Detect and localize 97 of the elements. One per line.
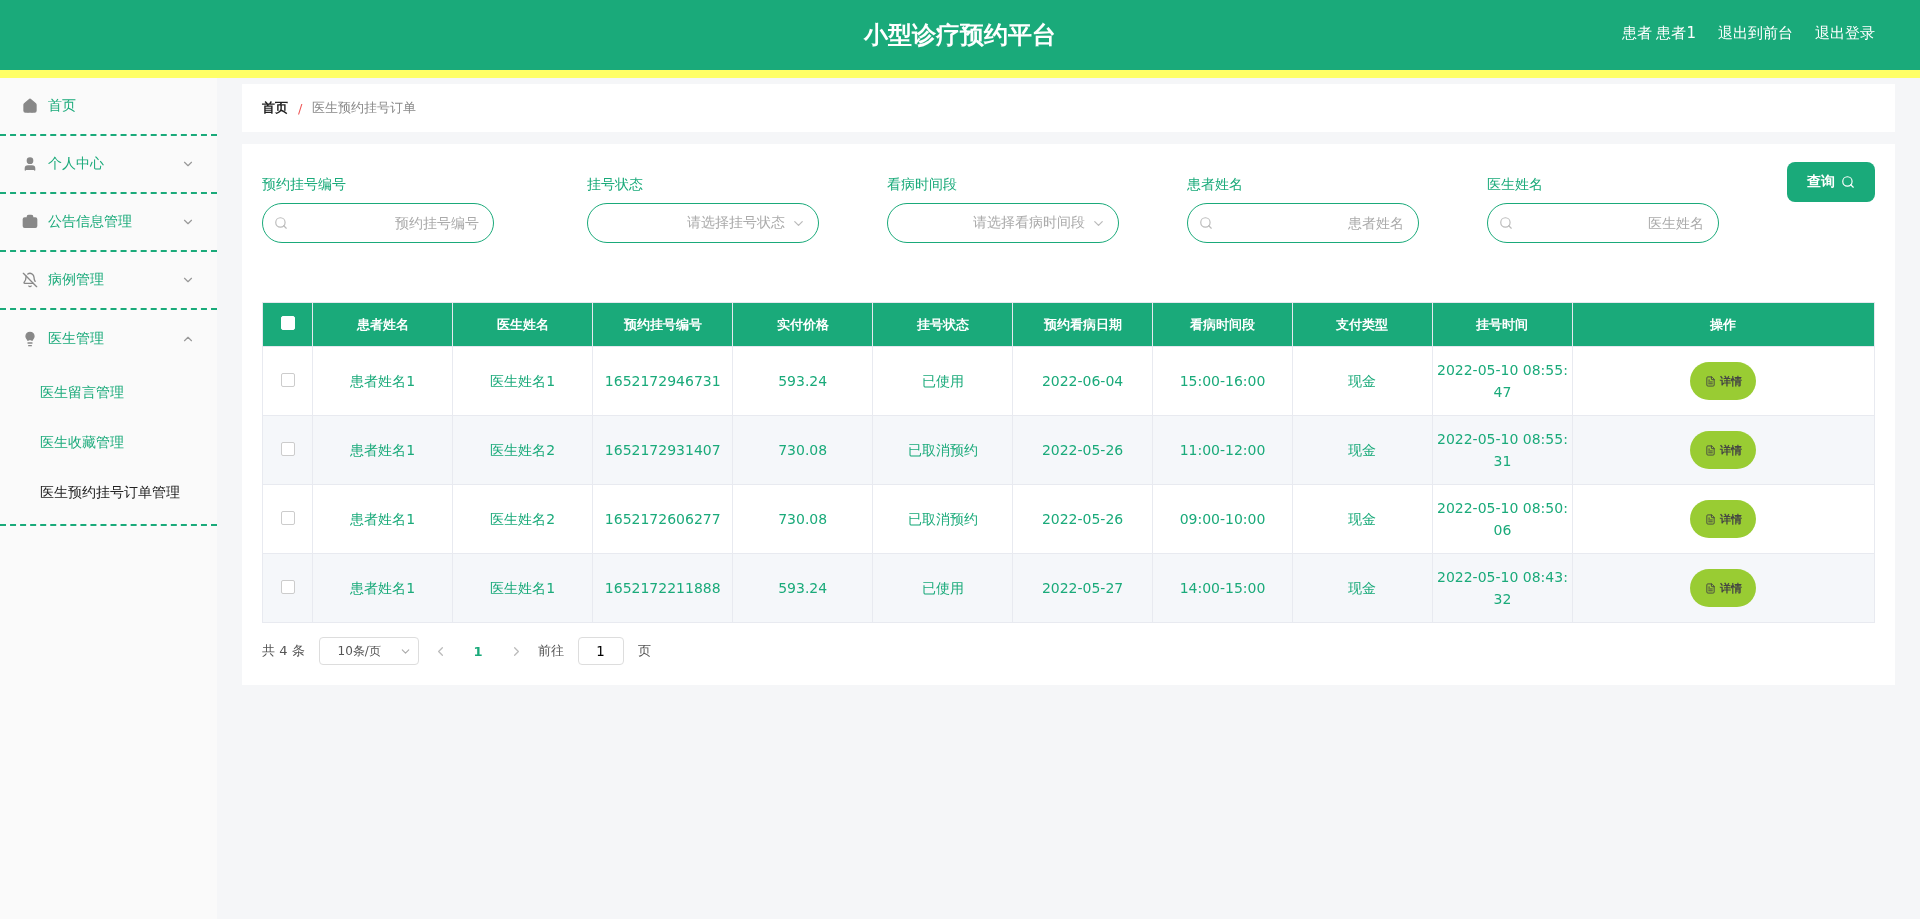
table-cell-text: 11:00-12:00: [1179, 440, 1266, 460]
checkbox[interactable]: [280, 441, 295, 456]
filter-label: 挂号状态: [587, 176, 644, 194]
table-cell-text: 已使用: [921, 578, 964, 598]
total-count: 共 4 条: [262, 642, 305, 660]
search-field[interactable]: 医生姓名: [1487, 203, 1719, 243]
column-header: 支付类型: [1292, 302, 1433, 347]
table-cell-text: 医生姓名2: [490, 509, 556, 529]
page-number[interactable]: 1: [461, 643, 495, 659]
site-title: 小型诊疗预约平台: [864, 20, 1056, 51]
header-link[interactable]: 退出到前台: [1718, 24, 1793, 43]
table-cell-text: 患者姓名1: [350, 440, 416, 460]
sidebar-item[interactable]: 公告信息管理: [0, 194, 217, 252]
briefcase-icon: [22, 214, 38, 230]
column-header: 医生姓名: [452, 302, 593, 347]
page-unit: 页: [637, 642, 651, 660]
header-link[interactable]: 患者 患者1: [1621, 24, 1696, 43]
table-cell-text: 730.08: [778, 509, 828, 529]
table-cell-text: 现金: [1348, 371, 1377, 391]
table-cell-text: 1652172946731: [604, 371, 721, 391]
checkbox[interactable]: [280, 372, 295, 387]
table-cell-text: 已取消预约: [907, 440, 978, 460]
column-header: 预约挂号编号: [592, 302, 733, 347]
table-cell-text: 15:00-16:00: [1179, 371, 1266, 391]
table-cell-text: 593.24: [778, 578, 828, 598]
table-cell-text: 1652172211888: [604, 578, 721, 598]
filter-label: 医生姓名: [1487, 176, 1544, 194]
detail-button[interactable]: 详情: [1690, 569, 1757, 607]
submenu-item[interactable]: 医生收藏管理: [0, 418, 217, 468]
table-cell-text: 医生姓名2: [490, 440, 556, 460]
sidebar-item[interactable]: 病例管理: [0, 252, 217, 310]
table-cell-text: 14:00-15:00: [1179, 578, 1266, 598]
detail-button[interactable]: 详情: [1690, 500, 1757, 538]
search-button[interactable]: 查询: [1787, 162, 1875, 202]
table-cell-text: 患者姓名1: [350, 509, 416, 529]
filter-label: 看病时间段: [887, 176, 958, 194]
breadcrumb-link[interactable]: 首页: [262, 99, 288, 117]
bell-off-icon: [22, 272, 38, 288]
table-cell-text: 09:00-10:00: [1179, 509, 1266, 529]
table-cell-text: 现金: [1348, 509, 1377, 529]
table-cell-text: 2022-05-10 08:55:31: [1436, 429, 1569, 471]
column-header: 看病时间段: [1152, 302, 1293, 347]
document-icon: [1704, 582, 1716, 594]
column-header: 挂号时间: [1432, 302, 1573, 347]
search-icon: [1499, 216, 1513, 230]
submenu-item[interactable]: 医生留言管理: [0, 368, 217, 418]
table-cell-text: 现金: [1348, 578, 1377, 598]
document-icon: [1704, 375, 1716, 387]
table-cell-text: 现金: [1348, 440, 1377, 460]
submenu-item[interactable]: 医生预约挂号订单管理: [0, 468, 217, 518]
sidebar-item[interactable]: 首页: [0, 78, 217, 136]
column-header: 操作: [1572, 302, 1875, 347]
table-cell-text: 已使用: [921, 371, 964, 391]
sidebar-item[interactable]: 个人中心: [0, 136, 217, 194]
checkbox[interactable]: [280, 579, 295, 594]
breadcrumb-current: 医生预约挂号订单: [312, 99, 417, 117]
sidebar-item[interactable]: 医生管理: [0, 310, 217, 368]
table-cell-text: 2022-05-10 08:55:47: [1436, 360, 1569, 402]
detail-button[interactable]: 详情: [1690, 431, 1757, 469]
goto-label: 前往: [537, 642, 564, 660]
table-cell-text: 2022-05-26: [1041, 440, 1124, 460]
home-icon: [22, 98, 38, 114]
page-input[interactable]: 1: [577, 637, 624, 665]
column-header: 患者姓名: [312, 302, 453, 347]
checkbox[interactable]: [280, 510, 295, 525]
document-icon: [1704, 444, 1716, 456]
detail-button[interactable]: 详情: [1690, 362, 1757, 400]
table-cell-text: 2022-05-26: [1041, 509, 1124, 529]
table-cell-text: 2022-05-27: [1041, 578, 1124, 598]
search-icon: [1841, 175, 1855, 189]
search-field[interactable]: 患者姓名: [1187, 203, 1419, 243]
table-cell-text: 2022-05-10 08:43:32: [1436, 567, 1569, 609]
page-size-select[interactable]: 10条/页: [318, 637, 419, 665]
table-cell-text: 1652172606277: [604, 509, 721, 529]
document-icon: [1704, 513, 1716, 525]
table-cell-text: 593.24: [778, 371, 828, 391]
breadcrumb-separator: /: [298, 100, 303, 116]
search-icon: [1199, 216, 1213, 230]
lightbulb-icon: [22, 331, 38, 347]
table-cell-text: 730.08: [778, 440, 828, 460]
table-cell-text: 医生姓名1: [490, 578, 556, 598]
table-cell-text: 患者姓名1: [350, 371, 416, 391]
header-link[interactable]: 退出登录: [1815, 24, 1875, 43]
table-cell-text: 2022-05-10 08:50:06: [1436, 498, 1569, 540]
search-icon: [274, 216, 288, 230]
table-cell-text: 2022-06-04: [1041, 371, 1124, 391]
search-field[interactable]: 预约挂号编号: [262, 203, 494, 243]
table-cell-text: 1652172931407: [604, 440, 721, 460]
column-header: 挂号状态: [872, 302, 1013, 347]
user-icon: [22, 156, 38, 172]
filter-label: 患者姓名: [1187, 176, 1244, 194]
column-header: 预约看病日期: [1012, 302, 1153, 347]
filter-label: 预约挂号编号: [262, 176, 347, 194]
table-cell-text: 已取消预约: [907, 509, 978, 529]
table-cell-text: 患者姓名1: [350, 578, 416, 598]
table-cell-text: 医生姓名1: [490, 371, 556, 391]
column-header: 实付价格: [732, 302, 873, 347]
